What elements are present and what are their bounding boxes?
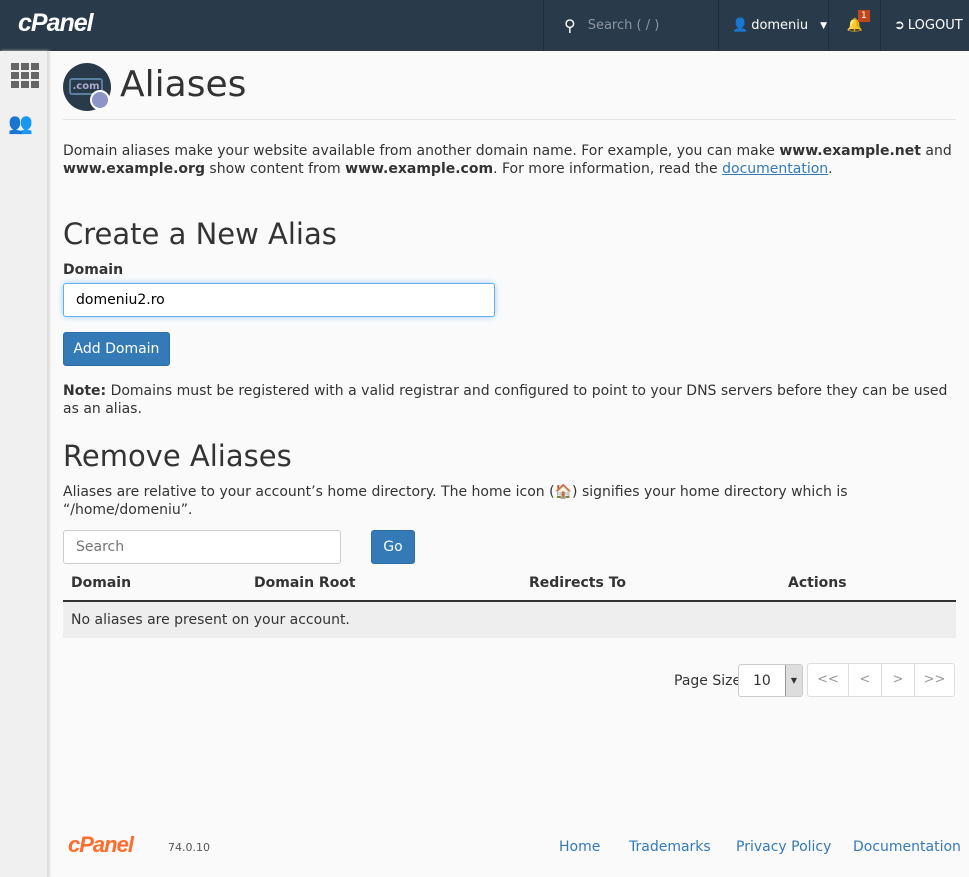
column-domain[interactable]: Domain — [71, 575, 131, 591]
domain-input[interactable] — [63, 283, 495, 317]
note-text: Note: Domains must be registered with a … — [63, 383, 948, 417]
caret-down-icon: ▼ — [820, 20, 828, 31]
users-icon[interactable]: 👥 — [8, 111, 33, 135]
footer-privacy-link[interactable]: Privacy Policy — [736, 839, 831, 855]
home-icon: 🏠 — [554, 484, 573, 500]
notification-badge: 1 — [858, 10, 870, 22]
page-title: Aliases — [120, 64, 247, 105]
add-domain-button[interactable]: Add Domain — [63, 332, 170, 366]
prev-page-button[interactable]: < — [848, 664, 881, 696]
footer-home-link[interactable]: Home — [559, 839, 600, 855]
cpanel-logo[interactable]: cPanel — [18, 9, 94, 38]
empty-table-row: No aliases are present on your account. — [63, 602, 956, 638]
logout-button[interactable]: ➲ LOGOUT — [880, 0, 969, 51]
version: 74.0.10 — [168, 841, 210, 854]
global-search[interactable]: ⚲ Search ( / ) — [543, 0, 719, 51]
notifications-button[interactable]: 🔔 1 — [828, 0, 881, 51]
page-size-label: Page Size — [674, 673, 742, 689]
first-page-button[interactable]: << — [808, 664, 848, 696]
alias-search-input[interactable] — [63, 530, 341, 564]
logout-icon: ➲ — [894, 18, 905, 33]
remove-aliases-heading: Remove Aliases — [63, 439, 292, 473]
user-menu[interactable]: 👤 domeniu ▼ — [718, 0, 829, 51]
apps-grid-icon[interactable] — [11, 63, 39, 88]
dropdown-arrow-icon: ▼ — [785, 665, 802, 696]
top-bar: cPanel ⚲ Search ( / ) 👤 domeniu ▼ 🔔 1 ➲ LOGOU… — [0, 0, 969, 51]
search-icon: ⚲ — [564, 16, 576, 35]
go-button[interactable]: Go — [371, 530, 415, 564]
sidebar: 👥 — [0, 51, 48, 877]
aliases-icon: .com — [63, 63, 111, 111]
footer-documentation-link[interactable]: Documentation — [853, 839, 961, 855]
footer-logo[interactable]: cPanel — [68, 832, 134, 858]
column-domain-root[interactable]: Domain Root — [254, 575, 356, 591]
documentation-link[interactable]: documentation — [722, 161, 828, 177]
column-actions: Actions — [788, 575, 847, 591]
pagination: << < > >> — [807, 663, 955, 697]
column-redirects-to[interactable]: Redirects To — [529, 575, 626, 591]
remove-description: Aliases are relative to your account’s h… — [63, 484, 848, 518]
username: domeniu — [751, 18, 809, 33]
next-page-button[interactable]: > — [881, 664, 914, 696]
intro-text: Domain aliases make your website availab… — [63, 143, 952, 177]
page-size-select[interactable]: 10 ▼ — [738, 664, 803, 697]
search-placeholder: Search ( / ) — [587, 18, 660, 33]
footer-trademarks-link[interactable]: Trademarks — [629, 839, 711, 855]
create-alias-heading: Create a New Alias — [63, 217, 337, 251]
logout-label: LOGOUT — [907, 18, 963, 33]
domain-label: Domain — [63, 262, 124, 278]
last-page-button[interactable]: >> — [914, 664, 954, 696]
user-icon: 👤 — [732, 18, 749, 33]
